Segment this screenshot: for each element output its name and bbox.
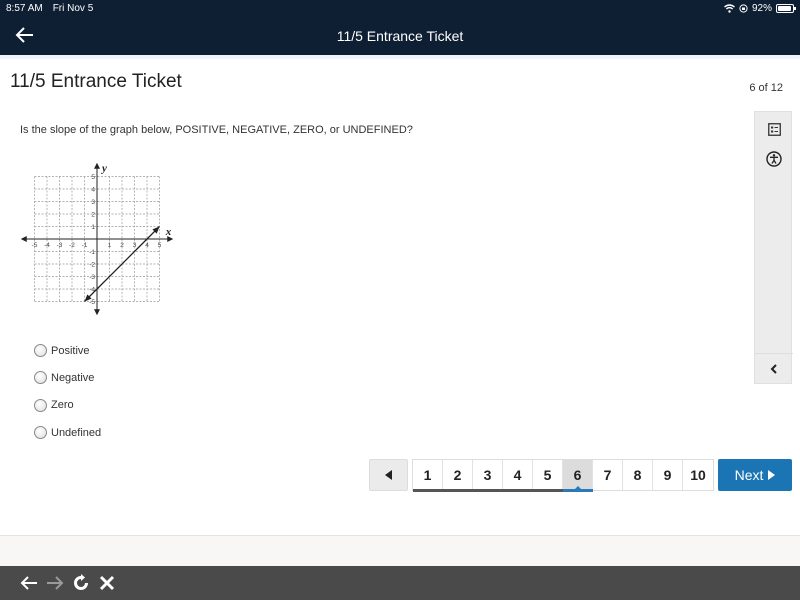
status-bar: 8:57 AM Fri Nov 5 92% (0, 0, 800, 16)
x-tick-label: 1 (108, 242, 112, 249)
x-tick-label: 5 (158, 242, 162, 249)
option-zero[interactable]: Zero (34, 392, 101, 419)
question-pager: 1 2 3 4 5 6 7 8 9 10 Next (369, 459, 792, 492)
option-label: Zero (51, 399, 74, 412)
option-label: Undefined (51, 426, 102, 439)
page-button-1[interactable]: 1 (413, 460, 443, 492)
next-button[interactable]: Next (718, 459, 792, 491)
answer-list-button[interactable] (755, 116, 793, 142)
page-button-5[interactable]: 5 (533, 460, 563, 492)
back-icon (20, 576, 37, 590)
y-tick-label: 3 (91, 199, 95, 206)
y-axis-label: y (100, 162, 107, 174)
answer-options: Positive Negative Zero Undefined (34, 337, 101, 446)
y-tick-label: 5 (91, 174, 95, 181)
question-text: Is the slope of the graph below, POSITIV… (20, 124, 413, 136)
battery-icon (776, 3, 796, 13)
wifi-icon (724, 3, 735, 13)
status-time: 8:57 AM (6, 2, 43, 14)
x-tick-label: 4 (145, 242, 149, 249)
browser-toolbar (0, 566, 800, 600)
page-button-6[interactable]: 6 (563, 460, 593, 492)
y-tick-label: -2 (89, 262, 95, 269)
page-button-2[interactable]: 2 (443, 460, 473, 492)
x-tick-label: 3 (133, 242, 137, 249)
y-tick-label: 2 (91, 212, 95, 219)
x-axis-arrow-left (20, 236, 27, 242)
x-tick-label: -3 (57, 242, 63, 249)
graph-axes (20, 162, 174, 316)
page-button-4[interactable]: 4 (503, 460, 533, 492)
x-tick-label: -2 (69, 242, 75, 249)
nav-bar: 11/5 Entrance Ticket (0, 16, 800, 55)
previous-button[interactable] (369, 459, 408, 491)
arrow-left-icon (15, 27, 33, 43)
triangle-left-icon (384, 470, 392, 480)
page-button-9[interactable]: 9 (653, 460, 683, 490)
accessibility-icon (766, 151, 782, 167)
x-tick-label: -4 (44, 242, 50, 249)
nav-title: 11/5 Entrance Ticket (336, 27, 464, 44)
page-button-10[interactable]: 10 (683, 460, 713, 490)
x-axis-label: x (165, 226, 172, 238)
tools-side-panel (754, 111, 793, 384)
question-count: 6 of 12 (749, 82, 783, 94)
browser-forward-button[interactable] (44, 572, 66, 594)
battery-percent: 92% (751, 2, 772, 14)
x-tick-label: -5 (32, 242, 38, 249)
y-tick-label: 4 (91, 187, 95, 194)
chevron-left-icon (770, 363, 777, 374)
page-numbers: 1 2 3 4 5 6 7 8 9 10 (412, 459, 714, 492)
x-tick-label: -1 (82, 242, 88, 249)
coordinate-graph: -5 -4 -3 -2 -1 1 2 3 4 554321-1-2-3-4-5 x y (20, 162, 174, 316)
page-title: 11/5 Entrance Ticket (10, 71, 182, 92)
accessibility-button[interactable] (755, 146, 793, 172)
back-button[interactable] (14, 24, 36, 46)
radio-button[interactable] (34, 426, 47, 440)
orientation-lock-icon (739, 3, 748, 13)
header-strip (0, 55, 800, 59)
footer-area (0, 536, 800, 566)
y-tick-label: 1 (91, 224, 95, 231)
option-label: Negative (51, 371, 95, 384)
y-tick-label: -5 (89, 299, 95, 306)
page-button-7[interactable]: 7 (593, 460, 623, 490)
option-label: Positive (51, 344, 90, 357)
forward-icon (47, 576, 64, 590)
page-button-3[interactable]: 3 (473, 460, 503, 492)
close-icon (99, 575, 115, 591)
y-axis-arrow-down (94, 309, 100, 316)
y-tick-label: -1 (89, 249, 95, 256)
y-axis-arrow-up (94, 162, 100, 169)
radio-button[interactable] (34, 398, 47, 412)
status-right: 92% (724, 2, 796, 14)
next-label: Next (734, 467, 764, 483)
radio-button[interactable] (34, 344, 47, 358)
option-negative[interactable]: Negative (34, 364, 101, 391)
browser-stop-button[interactable] (96, 572, 118, 594)
radio-button[interactable] (34, 371, 47, 385)
collapse-panel-button[interactable] (755, 353, 793, 383)
reload-icon (74, 574, 88, 590)
page-button-8[interactable]: 8 (623, 460, 653, 490)
triangle-right-icon (768, 470, 776, 480)
answer-list-icon (767, 122, 781, 136)
option-positive[interactable]: Positive (34, 337, 101, 364)
x-tick-label: 2 (120, 242, 124, 249)
option-undefined[interactable]: Undefined (34, 419, 101, 446)
y-tick-label: -3 (89, 274, 95, 281)
browser-back-button[interactable] (18, 572, 40, 594)
browser-reload-button[interactable] (70, 572, 92, 594)
battery-fill (778, 5, 791, 11)
status-date: Fri Nov 5 (52, 2, 94, 14)
